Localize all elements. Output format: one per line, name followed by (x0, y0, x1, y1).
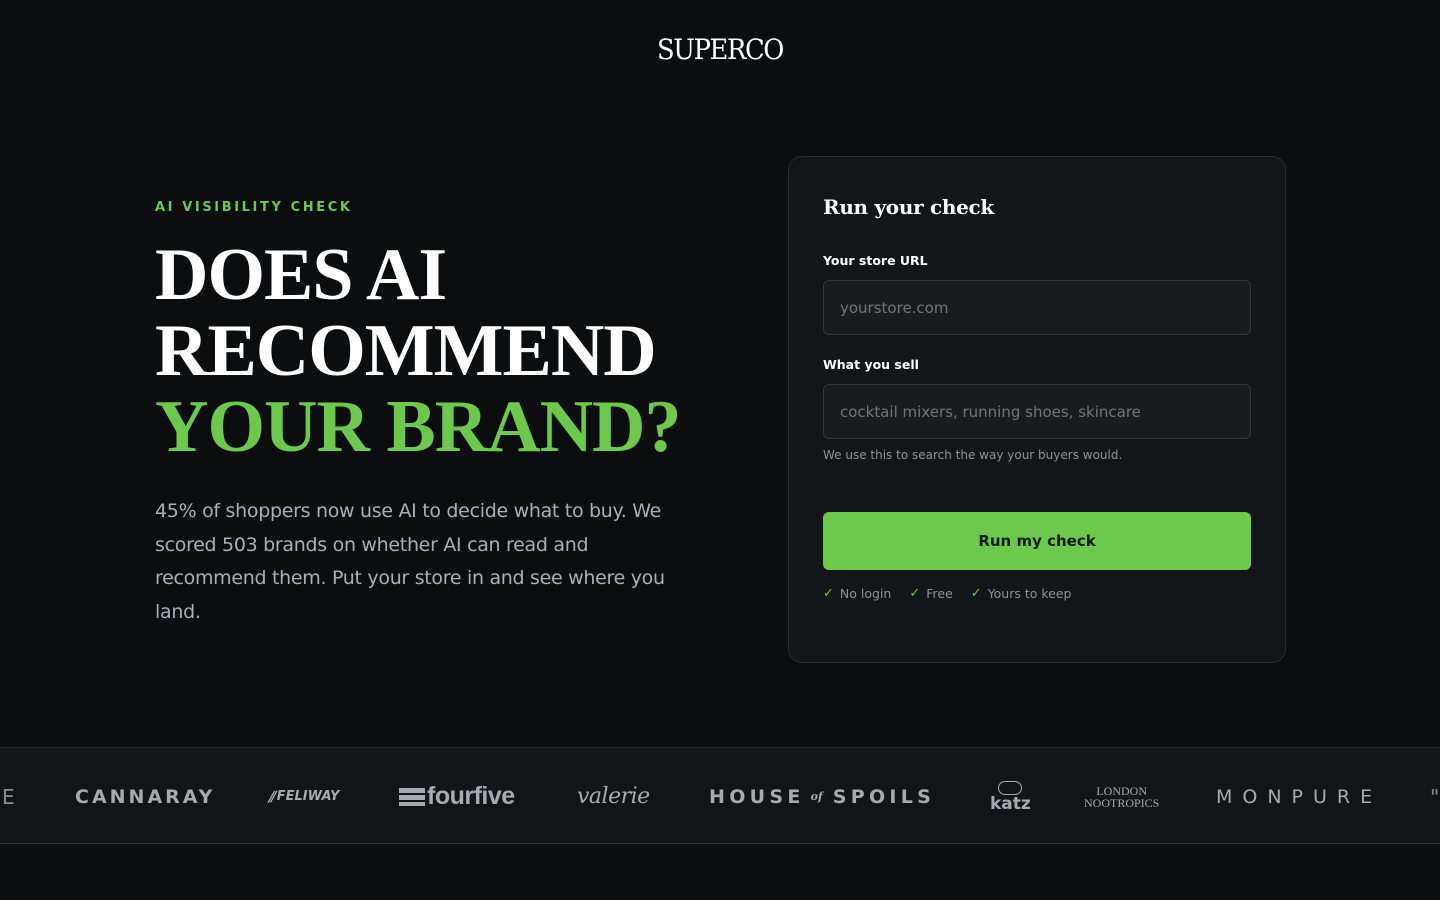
superco-logo[interactable]: SUPERCO (58, 33, 1383, 66)
what-you-sell-label: What you sell (823, 357, 919, 372)
check-form-card: Run your check Your store URL What you s… (788, 156, 1286, 663)
perk-no-login: ✓ No login (823, 586, 891, 601)
run-check-button[interactable]: Run my check (823, 512, 1251, 570)
perk-yours-to-keep: ✓ Yours to keep (971, 586, 1072, 601)
brand-logo-cannaray: CANNARAY (75, 785, 216, 808)
perk-free: ✓ Free (909, 586, 952, 601)
fourfive-bars-icon (399, 787, 425, 806)
katz-wordmark: katz (990, 793, 1031, 814)
nootropics-word: NOOTROPICS (1084, 795, 1160, 810)
brand-logo-partial-left: E (2, 784, 18, 809)
spoils-word: SPOILS (832, 785, 936, 808)
house-word: HOUSE (709, 785, 805, 808)
brand-logo-katz: katz (990, 748, 1031, 843)
check-icon: ✓ (823, 586, 834, 601)
hero-headline: DOES AI RECOMMEND YOUR BRAND? (155, 237, 715, 465)
brand-logo-partial-right: " (1430, 784, 1440, 809)
katz-badge-icon (998, 780, 1023, 795)
what-you-sell-help: We use this to search the way your buyer… (823, 448, 1123, 462)
perks-list: ✓ No login ✓ Free ✓ Yours to keep (823, 586, 1251, 601)
check-icon: ✓ (909, 586, 921, 601)
hero-description: 45% of shoppers now use AI to decide wha… (155, 500, 665, 623)
check-icon: ✓ (970, 586, 982, 601)
london-word: LONDON (1096, 783, 1148, 798)
eyebrow-label: AI VISIBILITY CHECK (155, 200, 353, 215)
feliway-wordmark: FELIWAY (276, 789, 340, 804)
headline-line-2: RECOMMEND (155, 310, 657, 392)
brand-logo-house-of-spoils: HOUSE of SPOILS (709, 748, 936, 843)
perk-label: No login (839, 586, 892, 601)
feliway-mark-icon: ⫽ (268, 787, 275, 806)
brand-logo-feliway: ⫽ FELIWAY (268, 748, 340, 843)
store-url-label: Your store URL (823, 253, 928, 268)
headline-line-3: YOUR BRAND? (155, 386, 682, 468)
brand-logo-fourfive: fourfive (399, 748, 515, 843)
fourfive-wordmark: fourfive (427, 782, 515, 810)
brand-logo-monpure: MONPURE (1216, 785, 1383, 808)
perk-label: Free (926, 586, 953, 601)
brand-logo-strip: E CANNARAY ⫽ FELIWAY fourfive valerie HO… (0, 747, 1440, 844)
brand-logo-london-nootropics: LONDON NOOTROPICS (1084, 748, 1160, 843)
what-you-sell-input[interactable] (823, 384, 1251, 439)
brand-logo-valerie: valerie (577, 784, 650, 809)
headline-line-1: DOES AI (155, 234, 447, 316)
form-title: Run your check (823, 195, 994, 219)
store-url-input[interactable] (823, 280, 1251, 335)
hero-section: AI VISIBILITY CHECK DOES AI RECOMMEND YO… (155, 200, 715, 629)
of-word: of (810, 790, 823, 803)
perk-label: Yours to keep (987, 586, 1072, 601)
page-bottom (0, 845, 1440, 900)
